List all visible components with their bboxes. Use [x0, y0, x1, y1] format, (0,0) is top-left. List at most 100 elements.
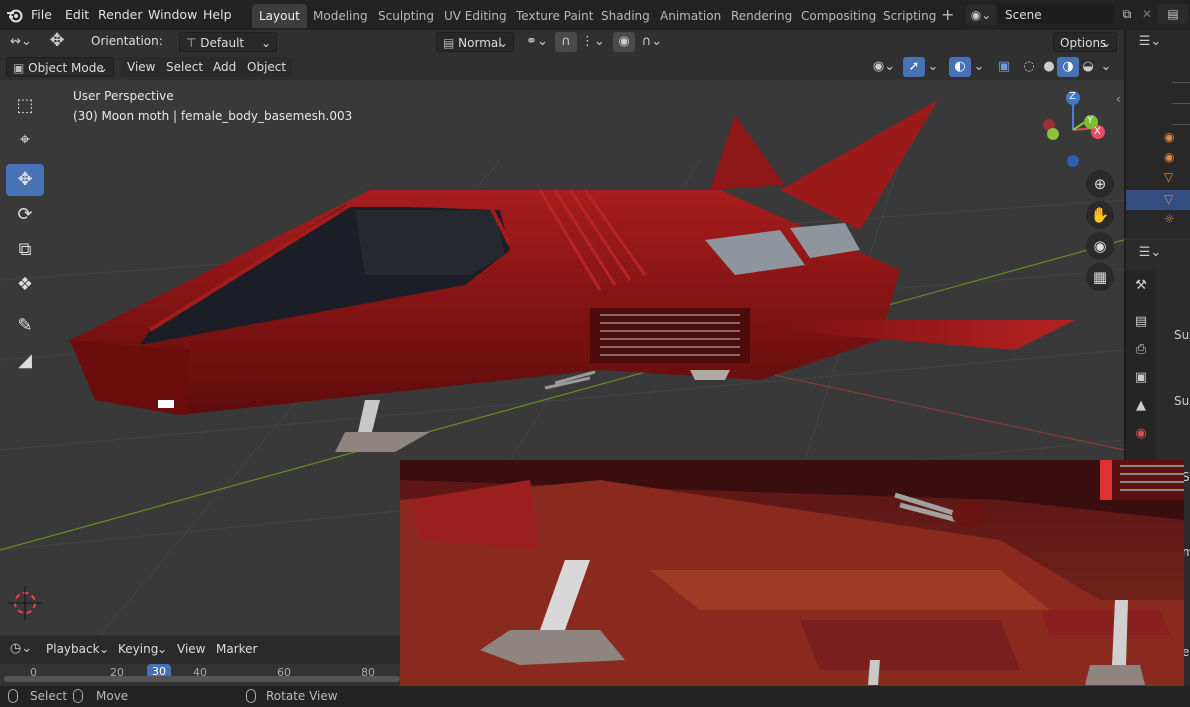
view-layer-props-icon[interactable]: ▣ — [1130, 368, 1152, 388]
timeline-marker-menu[interactable]: Marker — [210, 639, 263, 659]
blender-logo-icon[interactable] — [6, 6, 24, 24]
tab-uv-editing[interactable]: UV Editing — [437, 4, 514, 28]
timeline-scrollbar[interactable] — [4, 676, 400, 682]
output-props-icon[interactable]: ⎙ — [1130, 340, 1152, 360]
editor-type-icon[interactable]: ☰⌄ — [1136, 243, 1164, 263]
annotate-tool-icon[interactable]: ✎ — [6, 310, 44, 342]
scene-name-field[interactable]: Scene — [998, 4, 1114, 24]
measure-tool-icon[interactable]: ◢ — [6, 345, 44, 377]
gizmo-toggle-icon[interactable]: ➚ — [903, 57, 925, 77]
camera-data-icon[interactable]: ◉ — [1164, 130, 1174, 144]
wireframe-shading-icon[interactable]: ◌ — [1018, 57, 1040, 77]
pan-hand-icon[interactable]: ✋ — [1086, 201, 1114, 229]
options-dropdown[interactable]: Options ⌄ — [1053, 32, 1117, 52]
falloff-icon[interactable]: ∩⌄ — [637, 32, 667, 52]
object-mode-icon: ▣ — [13, 61, 29, 75]
orientation-value: Default — [200, 36, 245, 50]
gizmo-y-label: Y — [1087, 115, 1094, 126]
camera-view-icon[interactable]: ◉ — [1086, 232, 1114, 260]
menu-edit[interactable]: Edit — [65, 0, 89, 30]
inset-render-image — [400, 460, 1184, 690]
visibility-eye-icon[interactable]: ◉⌄ — [869, 57, 899, 77]
orientation-dropdown[interactable]: ⊤ Default ⌄ — [179, 32, 277, 52]
rotate-tool-icon[interactable]: ⟳ — [6, 199, 44, 231]
snap-target-icon[interactable]: ⚭⌄ — [522, 32, 552, 52]
outliner-row-selected[interactable] — [1126, 190, 1190, 210]
options-label: Options — [1060, 36, 1107, 50]
render-props-icon[interactable]: ▤ — [1130, 312, 1152, 332]
tab-modeling[interactable]: Modeling — [306, 4, 375, 28]
menu-view[interactable]: View — [121, 57, 162, 77]
top-bar: File Edit Render Window Help Layout Mode… — [0, 0, 1190, 30]
menu-add[interactable]: Add — [207, 57, 243, 77]
tool-props-icon[interactable]: ⚒ — [1130, 276, 1152, 296]
scene-props-icon[interactable]: ▲ — [1130, 396, 1152, 416]
properties-tabs: ⚒ ▤ ⎙ ▣ ▲ ◉ — [1126, 270, 1156, 460]
tab-animation[interactable]: Animation — [653, 4, 728, 28]
rendered-shading-icon[interactable]: ◒ — [1077, 57, 1099, 77]
pivot-dropdown[interactable]: ▤ Normal ⌄ — [436, 32, 514, 52]
menu-window[interactable]: Window — [148, 0, 197, 30]
menu-help[interactable]: Help — [203, 0, 232, 30]
keying-menu[interactable]: Keying ⌄ — [112, 639, 170, 659]
world-props-icon[interactable]: ◉ — [1130, 424, 1152, 444]
chevron-down-icon[interactable]: ⌄ — [925, 57, 941, 77]
mesh-data-icon[interactable]: ▽ — [1164, 170, 1173, 184]
new-scene-icon[interactable]: ⧉ — [1118, 5, 1136, 23]
snap-magnet-icon[interactable]: ∩ — [555, 32, 577, 52]
tab-shading[interactable]: Shading — [594, 4, 657, 28]
tab-texture-paint[interactable]: Texture Paint — [509, 4, 600, 28]
gizmo-z-label: Z — [1069, 91, 1076, 102]
material-shading-icon[interactable]: ◑ — [1057, 57, 1079, 77]
mesh-data-icon[interactable]: ▽ — [1164, 192, 1173, 206]
tree-line — [1172, 103, 1190, 104]
light-data-icon[interactable]: ☼ — [1164, 212, 1175, 226]
move-tool-icon[interactable]: ✥ — [6, 164, 44, 196]
timeline-editor-icon[interactable]: ◷⌄ — [6, 639, 36, 659]
tab-sculpting[interactable]: Sculpting — [371, 4, 441, 28]
snap-mode-icon[interactable]: ⋮⌄ — [578, 32, 608, 52]
menu-object[interactable]: Object — [241, 57, 293, 77]
chevron-down-icon[interactable]: ⌄ — [1098, 57, 1114, 77]
tab-scripting[interactable]: Scripting — [876, 4, 943, 28]
menu-select[interactable]: Select — [160, 57, 210, 77]
tab-rendering[interactable]: Rendering — [724, 4, 799, 28]
status-select: Select — [30, 689, 68, 703]
tab-compositing[interactable]: Compositing — [794, 4, 883, 28]
chevron-down-icon: ⌄ — [260, 36, 271, 50]
outliner-panel[interactable]: ☰⌄ ◉ ◉ ▽ ▽ ☼ — [1124, 30, 1190, 238]
tree-line — [1172, 82, 1190, 83]
menu-render[interactable]: Render — [98, 0, 143, 30]
scene-selector-icon[interactable]: ◉⌄ — [966, 5, 996, 25]
chevron-down-icon[interactable]: ⌄ — [971, 57, 987, 77]
playback-menu[interactable]: Playback ⌄ — [40, 639, 112, 659]
transform-gizmo-icon[interactable]: ↭⌄ — [6, 32, 36, 52]
sidebar-toggle-icon[interactable]: ‹ — [1116, 92, 1121, 106]
scale-tool-icon[interactable]: ⧉ — [6, 234, 44, 266]
camera-data-icon[interactable]: ◉ — [1164, 150, 1174, 164]
cursor-tool-icon[interactable]: ⌖ — [6, 124, 44, 156]
tool-settings-header: ↭⌄ ✥ Orientation: ⊤ Default ⌄ ▤ Normal ⌄ ⚭… — [0, 30, 1124, 54]
select-box-icon[interactable]: ⬚ — [6, 90, 44, 122]
mode-dropdown[interactable]: ▣ Object Mode ⌄ — [6, 57, 114, 77]
zoom-icon[interactable]: ⊕ — [1086, 170, 1114, 198]
timeline-panel[interactable]: ◷⌄ Playback ⌄ Keying ⌄ View Marker 0 20 30… — [0, 636, 400, 686]
status-rotate-view: Rotate View — [266, 689, 338, 703]
proportional-edit-icon[interactable]: ◉ — [613, 32, 635, 52]
mouse-right-icon — [246, 689, 256, 703]
chevron-down-icon: ⌄ — [497, 36, 508, 50]
xray-toggle-icon[interactable]: ▣ — [993, 57, 1015, 77]
move-tool-icon: ✥ — [49, 30, 65, 51]
delete-scene-icon[interactable]: ✕ — [1139, 5, 1155, 23]
transform-tool-icon[interactable]: ❖ — [6, 269, 44, 301]
tab-layout[interactable]: Layout — [252, 4, 307, 28]
orientation-label: Orientation: — [91, 34, 163, 48]
timeline-view-menu[interactable]: View — [171, 639, 211, 659]
overlays-toggle-icon[interactable]: ◐ — [949, 57, 971, 77]
perspective-grid-icon[interactable]: ▦ — [1086, 263, 1114, 291]
editor-type-icon[interactable]: ☰⌄ — [1136, 32, 1164, 52]
add-workspace-icon[interactable]: + — [941, 5, 954, 24]
view-layer-icon[interactable]: ▤ — [1158, 4, 1188, 24]
menu-file[interactable]: File — [31, 0, 52, 30]
chevron-down-icon: ⌄ — [97, 61, 108, 75]
